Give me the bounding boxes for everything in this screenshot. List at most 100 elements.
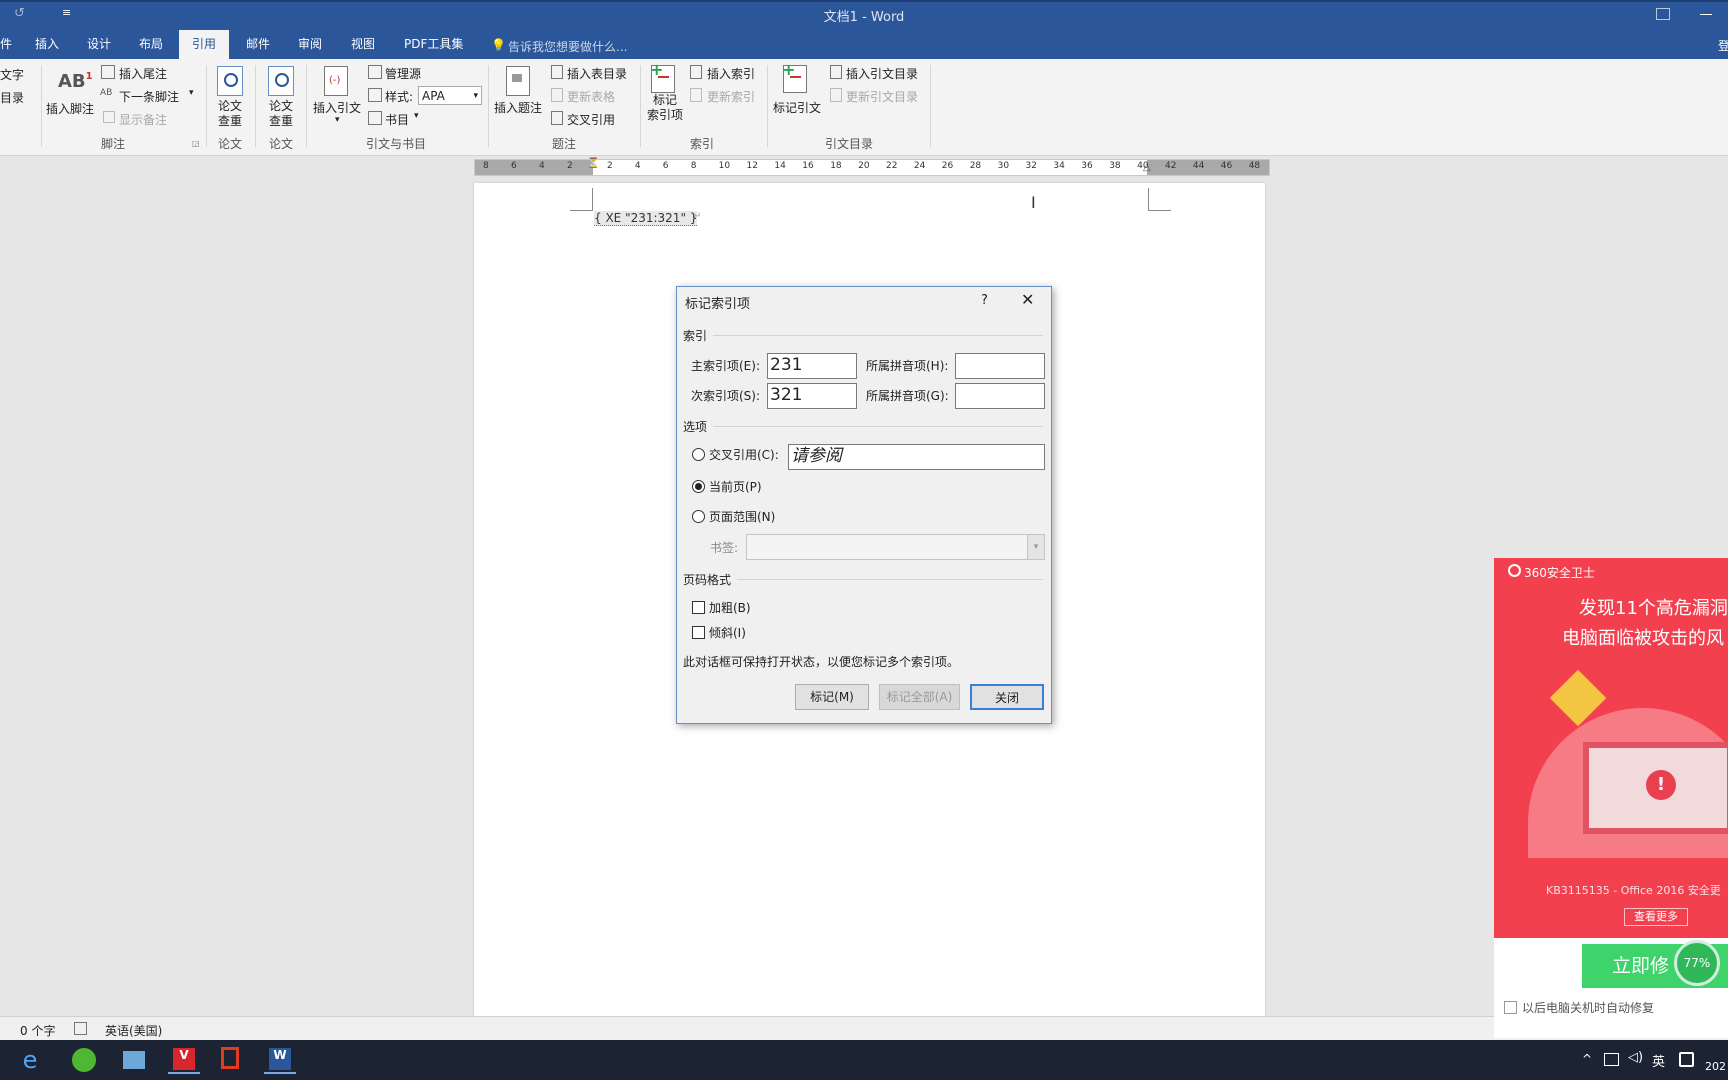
dialog-launcher-icon[interactable]: ◲ xyxy=(192,139,200,148)
ruler-number: 28 xyxy=(969,161,982,171)
360-browser-icon[interactable] xyxy=(68,1046,100,1074)
main-entry-input[interactable]: 231 xyxy=(767,353,857,379)
group-label-captions: 题注 xyxy=(552,137,577,151)
auto-fix-checkbox[interactable] xyxy=(1504,1001,1517,1014)
group-label-footnotes: 脚注 xyxy=(101,137,126,151)
ime-indicator[interactable]: 英 xyxy=(1652,1051,1665,1070)
shield-icon xyxy=(1508,564,1521,577)
ruler-number: 44 xyxy=(1192,161,1205,171)
mark-citation-button[interactable]: 标记引文 xyxy=(773,99,821,116)
italic-checkbox[interactable] xyxy=(692,626,705,639)
index-field-code[interactable]: { XE "231:321" } xyxy=(594,211,698,226)
insert-endnote-icon xyxy=(101,65,115,79)
internet-explorer-icon[interactable]: e xyxy=(14,1046,46,1074)
ribbon: 文字 目录 AB1 插入脚注 插入尾注 AB 下一条脚注 ▾ 显示备注 脚注 ◲… xyxy=(0,59,1728,156)
ruler-number: 10 xyxy=(718,161,731,171)
volume-icon[interactable]: ◁) xyxy=(1628,1050,1643,1065)
insert-table-of-figures-button[interactable]: 插入表目录 xyxy=(567,65,627,82)
mark-button[interactable]: 标记(M) xyxy=(795,684,869,710)
show-hidden-icons-icon[interactable]: ^ xyxy=(1582,1052,1592,1066)
bibliography-button[interactable]: 书目 xyxy=(385,111,409,128)
minimize-icon[interactable] xyxy=(1700,14,1712,15)
insert-citation-button[interactable]: 插入引文 xyxy=(313,99,361,116)
sign-in-partial[interactable]: 登 xyxy=(1718,37,1728,54)
bookmark-select[interactable]: ▾ xyxy=(746,534,1045,560)
style-select[interactable]: APA ▾ xyxy=(418,86,482,105)
office-icon[interactable] xyxy=(214,1046,246,1074)
chevron-down-icon[interactable]: ▾ xyxy=(414,111,419,121)
page-range-radio[interactable] xyxy=(692,510,705,523)
ruler-number: 38 xyxy=(1109,161,1121,171)
tab-references[interactable]: 引用 xyxy=(179,30,230,59)
tab-insert[interactable]: 插入 xyxy=(33,30,61,59)
paper-check-button-2[interactable]: 论文 查重 xyxy=(269,99,293,129)
chevron-down-icon[interactable]: ▾ xyxy=(335,115,340,125)
wps-icon[interactable]: V xyxy=(168,1046,200,1074)
word-icon[interactable]: W xyxy=(264,1046,296,1074)
clock[interactable]: 202 xyxy=(1705,1060,1726,1073)
close-icon[interactable]: ✕ xyxy=(1021,290,1034,309)
tab-view[interactable]: 视图 xyxy=(349,30,377,59)
proofing-icon[interactable] xyxy=(74,1022,87,1035)
insert-endnote-button[interactable]: 插入尾注 xyxy=(119,65,167,82)
ruler-number: 14 xyxy=(774,161,786,171)
next-footnote-button[interactable]: 下一条脚注 xyxy=(119,88,179,105)
language-indicator[interactable]: 英语(美国) xyxy=(105,1022,162,1039)
show-notes-button[interactable]: 显示备注 xyxy=(119,111,167,128)
cross-ref-radio[interactable] xyxy=(692,448,705,461)
network-icon[interactable] xyxy=(1604,1053,1619,1066)
insert-footnote-button[interactable]: 插入脚注 xyxy=(46,100,94,117)
cross-ref-input[interactable]: 请参阅 xyxy=(788,444,1045,470)
notification-icon[interactable] xyxy=(1679,1052,1694,1067)
tab-mailings[interactable]: 邮件 xyxy=(244,30,272,59)
toc-text-partial[interactable]: 文字 xyxy=(0,66,24,83)
sub-entry-input[interactable]: 321 xyxy=(767,383,857,409)
close-button[interactable]: 关闭 xyxy=(970,684,1044,710)
word-count[interactable]: 0 个字 xyxy=(20,1022,55,1039)
chevron-down-icon[interactable]: ▾ xyxy=(189,88,194,98)
popup-kb: KB3115135 - Office 2016 安全更 xyxy=(1546,884,1721,897)
cross-reference-button[interactable]: 交叉引用 xyxy=(567,111,615,128)
insert-caption-button[interactable]: 插入题注 xyxy=(494,99,542,116)
tab-file-partial[interactable]: 件 xyxy=(0,30,14,59)
text-cursor-icon: I xyxy=(1031,193,1036,212)
bold-checkbox[interactable] xyxy=(692,601,705,614)
bold-label: 加粗(B) xyxy=(709,601,751,615)
section-page-format: 页码格式 xyxy=(683,573,732,587)
horizontal-ruler[interactable]: 8 6 4 2 2 4 6 8 10 12 14 16 18 20 22 24 26 28 30 32 34 36 38 40… xyxy=(474,158,1270,176)
update-table-button[interactable]: 更新表格 xyxy=(567,88,615,105)
paper-check-button-1[interactable]: 论文 查重 xyxy=(218,99,242,129)
ribbon-display-options-icon[interactable] xyxy=(1656,8,1670,20)
tab-pdf-tools[interactable]: PDF工具集 xyxy=(402,30,465,59)
group-label-paper-2: 论文 xyxy=(269,137,294,151)
toc-update-partial[interactable]: 目录 xyxy=(0,89,24,106)
manage-sources-button[interactable]: 管理源 xyxy=(385,65,421,82)
tab-layout[interactable]: 布局 xyxy=(137,30,165,59)
style-select-value: APA xyxy=(422,89,445,103)
indent-marker-icon[interactable]: ⏳ xyxy=(587,158,599,169)
update-index-icon xyxy=(690,88,702,102)
popup-headline-2: 电脑面临被攻击的风 xyxy=(1562,628,1724,649)
update-toa-icon xyxy=(830,88,842,102)
tab-review[interactable]: 审阅 xyxy=(296,30,324,59)
right-indent-marker-icon[interactable]: △ xyxy=(1143,162,1151,173)
help-button[interactable]: ? xyxy=(981,293,988,308)
current-page-radio[interactable] xyxy=(692,480,705,493)
sub-pinyin-label: 所属拼音项(G): xyxy=(866,389,949,403)
mark-all-button[interactable]: 标记全部(A) xyxy=(879,684,960,710)
tell-me-search[interactable]: 告诉我您想要做什么... xyxy=(508,38,627,55)
popup-more-button[interactable]: 查看更多 xyxy=(1624,908,1688,926)
control-panel-icon[interactable] xyxy=(118,1046,150,1074)
ruler-number: 2 xyxy=(567,161,573,171)
update-index-button[interactable]: 更新索引 xyxy=(707,88,755,105)
insert-index-button[interactable]: 插入索引 xyxy=(707,65,755,82)
mark-entry-button[interactable]: 标记 索引项 xyxy=(647,93,683,123)
progress-badge[interactable]: 77% xyxy=(1674,940,1720,986)
main-pinyin-input[interactable] xyxy=(955,353,1045,379)
ruler-number: 46 xyxy=(1220,161,1233,171)
cross-reference-icon xyxy=(551,111,563,125)
tab-design[interactable]: 设计 xyxy=(85,30,113,59)
insert-toa-button[interactable]: 插入引文目录 xyxy=(846,65,918,82)
sub-pinyin-input[interactable] xyxy=(955,383,1045,409)
update-toa-button[interactable]: 更新引文目录 xyxy=(846,88,918,105)
